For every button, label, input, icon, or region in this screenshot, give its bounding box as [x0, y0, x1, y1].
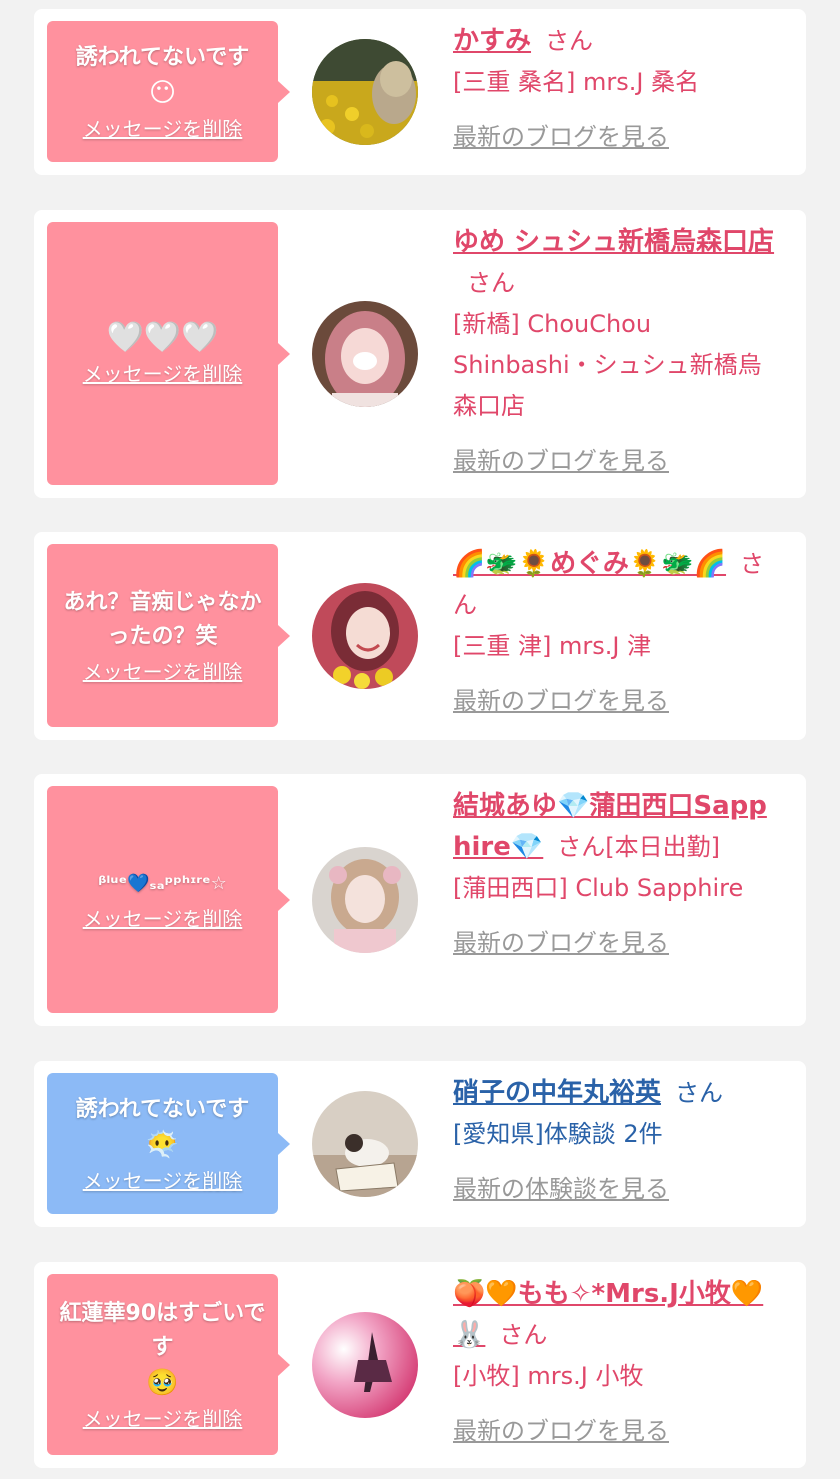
honorific: さん [545, 27, 594, 55]
girl-portrait-photo-icon [312, 301, 418, 407]
shop-label: [愛知県]体験談 2件 [453, 1120, 663, 1148]
latest-blog-link[interactable]: 最新のブログを見る [453, 117, 669, 158]
message-bubble: あれ？音痴じゃなかったの？笑 メッセージを削除 [47, 544, 290, 727]
message-list: 誘われてないです 😶 メッセージを削除 かすみ さん [三重 桑名] mrs.J … [0, 0, 840, 1479]
sender-info: 硝子の中年丸裕英 さん [愛知県]体験談 2件 最新の体験談を見る [453, 1073, 783, 1210]
message-text: 紅蓮華90はすごいです [59, 1300, 266, 1360]
honorific: さん [499, 1321, 548, 1349]
sender-name-link[interactable]: かすみ [453, 26, 531, 56]
avatar[interactable] [312, 301, 418, 407]
latest-blog-link[interactable]: 最新のブログを見る [453, 681, 669, 722]
shop-label: [三重 津] mrs.J 津 [453, 632, 652, 660]
shop-label: [三重 桑名] mrs.J 桑名 [453, 68, 700, 96]
message-bubble: ᵝˡᵘᵉ💙ₛₐᵖᵖʰᶦʳᵉ☆ メッセージを削除 [47, 786, 290, 1013]
message-text: 誘われてないです [75, 1096, 250, 1122]
message-card: ᵝˡᵘᵉ💙ₛₐᵖᵖʰᶦʳᵉ☆ メッセージを削除 結城あゆ💎蒲田西口Sapphir… [34, 774, 806, 1026]
delete-message-link[interactable]: メッセージを削除 [83, 1405, 243, 1433]
delete-message-link[interactable]: メッセージを削除 [83, 1167, 243, 1195]
sender-info: 結城あゆ💎蒲田西口Sapphire💎 さん[本日出勤] [蒲田西口] Club S… [453, 786, 783, 964]
shop-label: [新橋] ChouChou Shinbashi・シュシュ新橋烏森口店 [453, 310, 762, 420]
avatar[interactable] [312, 1312, 418, 1418]
message-text: ᵝˡᵘᵉ💙ₛₐᵖᵖʰᶦʳᵉ☆ [98, 872, 227, 894]
cat-with-book-photo-icon [312, 1091, 418, 1197]
avatar[interactable] [312, 847, 418, 953]
message-emoji: 😶‍🌫️ [146, 1129, 179, 1160]
latest-blog-link[interactable]: 最新のブログを見る [453, 923, 669, 964]
sunflower-field-photo-icon [312, 39, 418, 145]
message-card: 紅蓮華90はすごいです 🥹 メッセージを削除 🍑🧡もも✧*Mrs.J小牧🧡🐰 さ… [34, 1262, 806, 1468]
dancer-pink-light-photo-icon [312, 1312, 418, 1418]
sender-name-link[interactable]: 硝子の中年丸裕英 [453, 1078, 661, 1108]
latest-blog-link[interactable]: 最新のブログを見る [453, 1411, 669, 1452]
honorific: さん [675, 1079, 724, 1107]
message-bubble: 誘われてないです 😶‍🌫️ メッセージを削除 [47, 1073, 290, 1214]
sender-info: 🍑🧡もも✧*Mrs.J小牧🧡🐰 さん [小牧] mrs.J 小牧 最新のブログを見… [453, 1274, 783, 1452]
latest-blog-link[interactable]: 最新のブログを見る [453, 441, 669, 482]
avatar[interactable] [312, 39, 418, 145]
avatar[interactable] [312, 583, 418, 689]
sender-name-link[interactable]: ゆめ シュシュ新橋烏森口店 [453, 227, 774, 257]
delete-message-link[interactable]: メッセージを削除 [83, 905, 243, 933]
delete-message-link[interactable]: メッセージを削除 [83, 360, 243, 388]
message-card: 🤍🤍🤍 メッセージを削除 ゆめ シュシュ新橋烏森口店さん [新橋] ChouCh… [34, 210, 806, 498]
sender-name-link[interactable]: 🌈🐲🌻めぐみ🌻🐲🌈 [453, 549, 726, 579]
shop-label: [小牧] mrs.J 小牧 [453, 1362, 644, 1390]
message-text: あれ？音痴じゃなかったの？笑 [63, 589, 262, 649]
sender-info: かすみ さん [三重 桑名] mrs.J 桑名 最新のブログを見る [453, 21, 783, 158]
shop-label: [蒲田西口] Club Sapphire [453, 874, 744, 902]
message-card: あれ？音痴じゃなかったの？笑 メッセージを削除 🌈🐲🌻めぐみ🌻🐲🌈 さん [三重 … [34, 532, 806, 740]
message-emoji: 🥹 [146, 1367, 179, 1398]
delete-message-link[interactable]: メッセージを削除 [83, 115, 243, 143]
message-bubble: 🤍🤍🤍 メッセージを削除 [47, 222, 290, 485]
message-bubble: 誘われてないです 😶 メッセージを削除 [47, 21, 290, 162]
message-emoji: 🤍🤍🤍 [106, 319, 219, 355]
message-card: 誘われてないです 😶‍🌫️ メッセージを削除 硝子の中年丸裕英 さん [愛知県]体… [34, 1061, 806, 1227]
delete-message-link[interactable]: メッセージを削除 [83, 658, 243, 686]
latest-review-link[interactable]: 最新の体験談を見る [453, 1169, 669, 1210]
message-emoji: 😶 [148, 77, 177, 108]
message-card: 誘われてないです 😶 メッセージを削除 かすみ さん [三重 桑名] mrs.J … [34, 9, 806, 175]
woman-with-flowers-photo-icon [312, 583, 418, 689]
girl-in-kimono-photo-icon [312, 847, 418, 953]
message-text: 誘われてないです [75, 44, 250, 70]
honorific: さん[本日出勤] [557, 833, 720, 861]
avatar[interactable] [312, 1091, 418, 1197]
honorific: さん [467, 269, 515, 297]
sender-info: ゆめ シュシュ新橋烏森口店さん [新橋] ChouChou Shinbashi・… [453, 222, 783, 482]
sender-info: 🌈🐲🌻めぐみ🌻🐲🌈 さん [三重 津] mrs.J 津 最新のブログを見る [453, 544, 783, 722]
message-bubble: 紅蓮華90はすごいです 🥹 メッセージを削除 [47, 1274, 290, 1455]
